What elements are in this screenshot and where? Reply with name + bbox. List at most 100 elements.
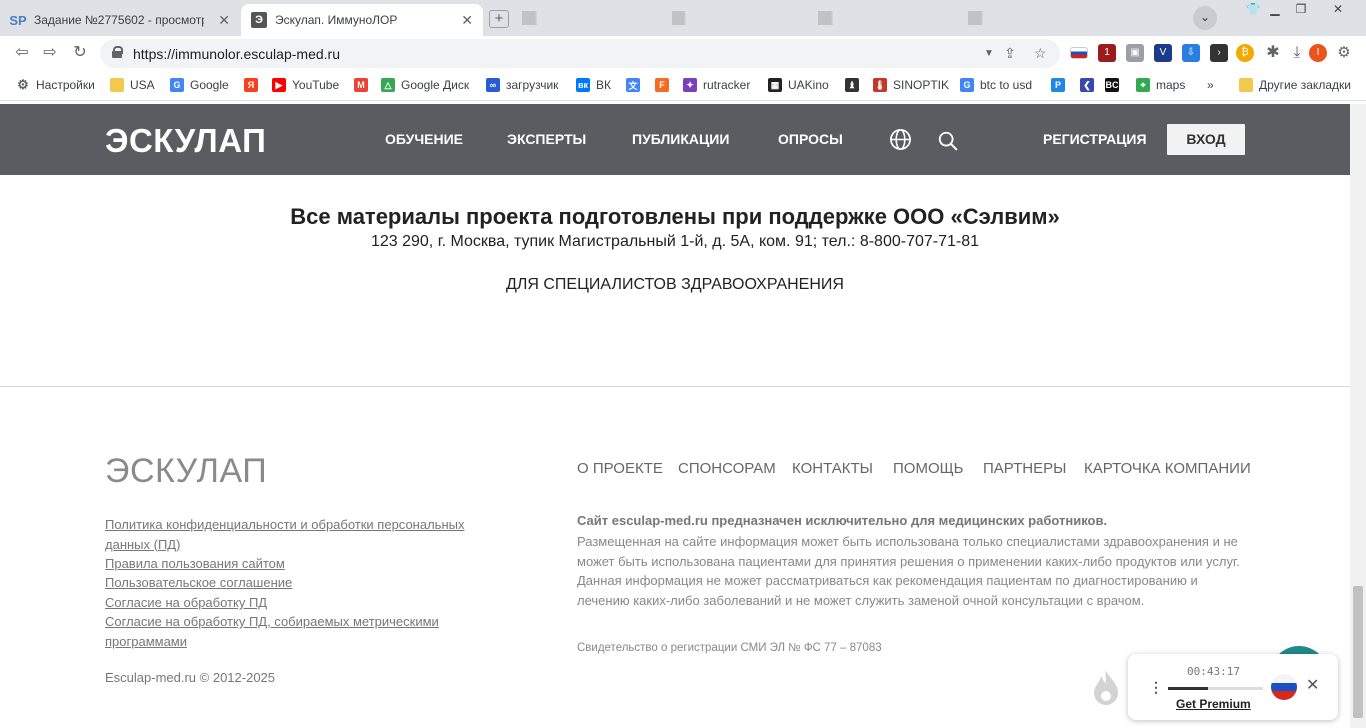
copyright: Esculap-med.ru © 2012-2025 xyxy=(105,670,276,685)
address-bar[interactable]: https://immunolor.esculap-med.ru ▼ ⇪ ☆ xyxy=(100,39,1060,68)
bookmark-label: btc to usd xyxy=(980,78,1033,92)
bookmark-item[interactable]: ▦ UAKino xyxy=(768,78,829,92)
footer-link-partners[interactable]: ПАРТНЕРЫ xyxy=(983,460,1066,477)
player-menu-icon[interactable]: ⋮ xyxy=(1149,679,1163,696)
bookmark-item[interactable]: △ Google Диск xyxy=(381,78,469,92)
close-window-button[interactable]: ✕ xyxy=(1316,0,1360,20)
browser-tab-active[interactable]: Э Эскулап. ИммуноЛОР ✕ xyxy=(241,4,483,36)
back-arrow-icon[interactable]: ⇦ xyxy=(10,41,34,65)
bookmark-item[interactable]: ▶ YouTube xyxy=(272,78,339,92)
fire-icon[interactable] xyxy=(1090,668,1122,706)
bookmark-item[interactable]: F xyxy=(655,78,675,92)
russia-flag-icon[interactable] xyxy=(1271,674,1297,700)
page-scrollbar[interactable] xyxy=(1350,104,1366,728)
site-logo[interactable]: ЭСКУЛАП xyxy=(105,122,266,160)
bookmark-item[interactable]: BC xyxy=(1105,78,1125,92)
background-tab-ghost[interactable] xyxy=(522,11,652,25)
url-text[interactable]: https://immunolor.esculap-med.ru xyxy=(133,46,340,62)
background-tab-ghost[interactable] xyxy=(818,11,948,25)
downloads-icon[interactable]: ⤓ xyxy=(1288,44,1306,62)
bookmark-item[interactable]: M xyxy=(354,78,374,92)
nav-item-surveys[interactable]: ОПРОСЫ xyxy=(778,131,843,147)
drive-icon: △ xyxy=(381,78,395,92)
bookmark-item[interactable]: USA xyxy=(110,78,155,92)
bookmark-item[interactable]: 文 xyxy=(626,78,646,92)
background-tab-ghost[interactable] xyxy=(968,11,1098,25)
footer-link-about[interactable]: О ПРОЕКТЕ xyxy=(577,460,663,477)
nav-item-training[interactable]: ОБУЧЕНИЕ xyxy=(385,131,463,147)
bookmark-item[interactable]: ♝ xyxy=(845,78,865,92)
bookmark-label: SINOPTIK xyxy=(893,78,950,92)
bookmark-item[interactable]: Другие закладки xyxy=(1239,78,1351,92)
register-link[interactable]: РЕГИСТРАЦИЯ xyxy=(1043,131,1147,147)
globe-icon[interactable] xyxy=(889,128,912,151)
player-progress-bar[interactable] xyxy=(1168,687,1263,690)
translate-icon: 文 xyxy=(626,78,640,92)
footer-link-sponsors[interactable]: СПОНСОРАМ xyxy=(678,460,776,477)
site-rules-link[interactable]: Правила пользования сайтом xyxy=(105,554,285,574)
minimize-button[interactable]: ▁ xyxy=(1262,0,1288,20)
f-icon: F xyxy=(655,78,669,92)
bookmark-label: YouTube xyxy=(292,78,340,92)
dropdown-arrow-icon[interactable]: ▼ xyxy=(984,48,994,59)
search-icon[interactable] xyxy=(937,130,959,152)
bookmark-item[interactable]: ❮ xyxy=(1080,78,1100,92)
folder-icon xyxy=(110,78,124,92)
footer-link-help[interactable]: ПОМОЩЬ xyxy=(893,460,964,477)
nav-item-publications[interactable]: ПУБЛИКАЦИИ xyxy=(632,131,729,147)
tab-title: Задание №2775602 - просмотр з xyxy=(34,13,204,27)
nav-item-experts[interactable]: ЭКСПЕРТЫ xyxy=(507,131,586,147)
bookmark-item[interactable]: » xyxy=(1207,78,1214,92)
reload-icon[interactable]: ↻ xyxy=(68,41,92,65)
privacy-policy-link[interactable]: Политика конфиденциальности и обработки … xyxy=(105,515,505,554)
bookmark-item[interactable]: P xyxy=(1051,78,1071,92)
bookmark-item[interactable]: Я xyxy=(244,78,264,92)
login-button[interactable]: ВХОД xyxy=(1167,124,1245,155)
get-premium-link[interactable]: Get Premium xyxy=(1176,697,1251,711)
google-icon: G xyxy=(170,78,184,92)
bc-icon: BC xyxy=(1105,78,1119,92)
bookmark-item[interactable]: 🌡 SINOPTIK xyxy=(873,78,949,92)
bookmark-item[interactable]: ∞ загрузчик xyxy=(486,78,558,92)
shield-extension-icon[interactable]: 1 xyxy=(1098,44,1116,62)
v-extension-icon[interactable]: V xyxy=(1154,44,1172,62)
bitcoin-icon[interactable]: ₿ xyxy=(1236,44,1254,62)
close-icon[interactable]: ✕ xyxy=(1306,675,1319,695)
user-agreement-link[interactable]: Пользовательское соглашение xyxy=(105,573,292,593)
new-tab-button[interactable]: + xyxy=(489,10,509,28)
russia-flag-icon[interactable] xyxy=(1070,47,1088,59)
forward-arrow-icon[interactable]: ⇨ xyxy=(38,41,62,65)
scrollbar-thumb[interactable] xyxy=(1353,586,1363,718)
bookmark-item[interactable]: вк ВК xyxy=(576,78,611,92)
footer-link-contacts[interactable]: КОНТАКТЫ xyxy=(792,460,873,477)
footer-link-company-card[interactable]: КАРТОЧКА КОМПАНИИ xyxy=(1084,460,1251,477)
bookmark-item[interactable]: ⚙ Настройки xyxy=(16,77,95,92)
footer-logo[interactable]: ЭСКУЛАП xyxy=(105,452,267,491)
terminal-icon[interactable]: › xyxy=(1210,44,1228,62)
bookmark-item[interactable]: Gbtc to usd xyxy=(960,78,1032,92)
consent-pd-link[interactable]: Согласие на обработку ПД xyxy=(105,593,267,613)
arrow-icon: ❮ xyxy=(1080,78,1094,92)
star-icon[interactable]: ☆ xyxy=(1034,45,1047,62)
lock-icon[interactable] xyxy=(112,46,123,58)
browser-tab-inactive[interactable]: SP Задание №2775602 - просмотр з ✕ xyxy=(0,4,240,36)
briefcase-icon[interactable]: ▣ xyxy=(1126,44,1144,62)
restore-button[interactable]: ❐ xyxy=(1288,0,1314,20)
yandex-icon: Я xyxy=(244,78,258,92)
background-tab-ghost[interactable] xyxy=(672,11,792,25)
profile-avatar[interactable]: I xyxy=(1309,44,1327,62)
bookmark-item[interactable]: G Google xyxy=(170,78,229,92)
bookmark-item[interactable]: ✦ rutracker xyxy=(683,78,750,92)
consent-metrics-link[interactable]: Согласие на обработку ПД, собираемых мет… xyxy=(105,612,485,651)
bookmark-item[interactable]: ⌖ maps xyxy=(1136,78,1185,92)
close-tab-icon[interactable]: ✕ xyxy=(461,12,473,29)
bookmarks-bar: ⚙ Настройки USA G Google Я ▶ YouTube M △ Google Ди… xyxy=(0,71,1366,101)
settings-globe-icon[interactable]: ⚙ xyxy=(1335,44,1353,62)
folder-icon xyxy=(1239,78,1253,92)
share-icon[interactable]: ⇪ xyxy=(1004,45,1016,62)
download-extension-icon[interactable]: ⇩ xyxy=(1182,44,1200,62)
puzzle-icon[interactable]: ✱ xyxy=(1264,44,1282,62)
tab-search-chevron-icon[interactable]: ⌄ xyxy=(1193,6,1217,30)
close-tab-icon[interactable]: ✕ xyxy=(218,12,230,29)
specialists-note: ДЛЯ СПЕЦИАЛИСТОВ ЗДРАВООХРАНЕНИЯ xyxy=(506,276,844,293)
